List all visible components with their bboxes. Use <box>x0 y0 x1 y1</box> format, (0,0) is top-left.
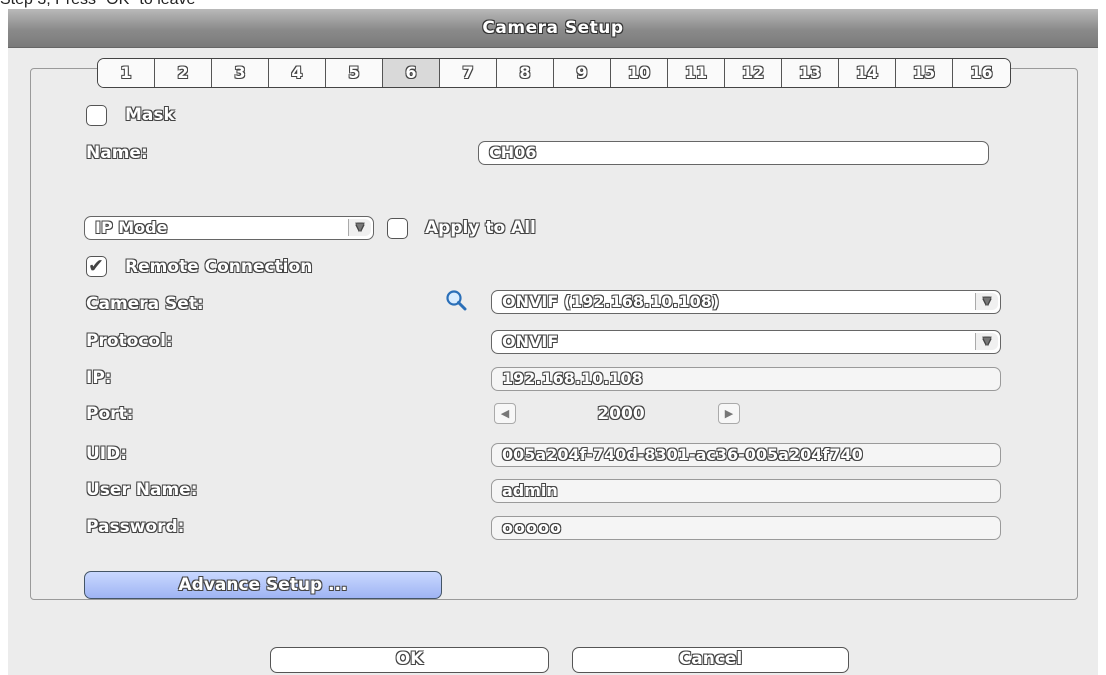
tab-channel-13[interactable]: 13 <box>782 59 839 87</box>
tab-channel-2[interactable]: 2 <box>155 59 212 87</box>
user-name-label: User Name: <box>86 480 198 500</box>
chevron-down-icon: ▼ <box>975 333 998 350</box>
remote-connection-label: Remote Connection <box>125 257 313 277</box>
uid-label: UID: <box>86 444 128 464</box>
protocol-select[interactable]: ONVIF ▼ <box>491 330 1001 354</box>
camera-set-label: Camera Set: <box>86 294 204 314</box>
tab-channel-15[interactable]: 15 <box>896 59 953 87</box>
cancel-button[interactable]: Cancel <box>572 647 849 673</box>
chevron-down-icon: ▼ <box>348 219 371 236</box>
tab-channel-3[interactable]: 3 <box>212 59 269 87</box>
password-field[interactable]: ooooo <box>491 516 1001 540</box>
tab-channel-11[interactable]: 11 <box>668 59 725 87</box>
remote-connection-checkbox[interactable]: ✔ <box>86 255 107 277</box>
channel-tabs: 1 2 3 4 5 6 7 8 9 10 11 12 13 14 15 16 <box>97 58 1011 88</box>
apply-all-label: Apply to All <box>425 218 536 238</box>
tab-channel-1[interactable]: 1 <box>98 59 155 87</box>
camera-set-select[interactable]: ONVIF (192.168.10.108) ▼ <box>491 290 1001 314</box>
password-label: Password: <box>86 517 185 537</box>
port-label: Port: <box>86 404 134 424</box>
check-icon: ✔ <box>88 255 104 277</box>
decrement-arrow-icon[interactable]: ◀ <box>494 403 516 424</box>
increment-arrow-icon[interactable]: ▶ <box>718 403 740 424</box>
protocol-label: Protocol: <box>86 331 173 351</box>
mask-label: Mask <box>125 105 175 125</box>
uid-field[interactable]: 005a204f-740d-8301-ac36-005a204f740 <box>491 443 1001 467</box>
tab-channel-6[interactable]: 6 <box>383 59 440 87</box>
search-icon[interactable] <box>445 289 467 311</box>
tab-channel-5[interactable]: 5 <box>326 59 383 87</box>
ok-button[interactable]: OK <box>270 647 549 673</box>
title-bar: Camera Setup <box>8 9 1098 48</box>
apply-all-checkbox[interactable] <box>387 218 408 239</box>
ip-label: IP: <box>86 368 112 388</box>
port-value: 2000 <box>597 404 645 424</box>
mask-checkbox[interactable] <box>86 105 107 126</box>
camera-set-value: ONVIF (192.168.10.108) <box>502 292 720 311</box>
mode-select[interactable]: IP Mode ▼ <box>84 216 374 240</box>
step-caption: Step 3, Press "OK" to leave <box>0 0 195 9</box>
port-stepper[interactable]: ◀ 2000 ▶ <box>494 403 750 425</box>
tab-channel-8[interactable]: 8 <box>497 59 554 87</box>
tab-channel-10[interactable]: 10 <box>611 59 668 87</box>
name-label: Name: <box>86 143 148 163</box>
tab-channel-7[interactable]: 7 <box>440 59 497 87</box>
ip-field[interactable]: 192.168.10.108 <box>491 367 1001 391</box>
tab-channel-16[interactable]: 16 <box>953 59 1010 87</box>
mode-select-value: IP Mode <box>95 218 168 237</box>
window-title: Camera Setup <box>482 18 624 38</box>
protocol-value: ONVIF <box>502 332 559 351</box>
tab-channel-12[interactable]: 12 <box>725 59 782 87</box>
chevron-down-icon: ▼ <box>975 293 998 310</box>
user-name-field[interactable]: admin <box>491 479 1001 503</box>
name-field[interactable]: CH06 <box>478 141 989 165</box>
tab-channel-14[interactable]: 14 <box>839 59 896 87</box>
tab-channel-9[interactable]: 9 <box>554 59 611 87</box>
advance-setup-button[interactable]: Advance Setup ... <box>84 571 442 599</box>
tab-channel-4[interactable]: 4 <box>269 59 326 87</box>
